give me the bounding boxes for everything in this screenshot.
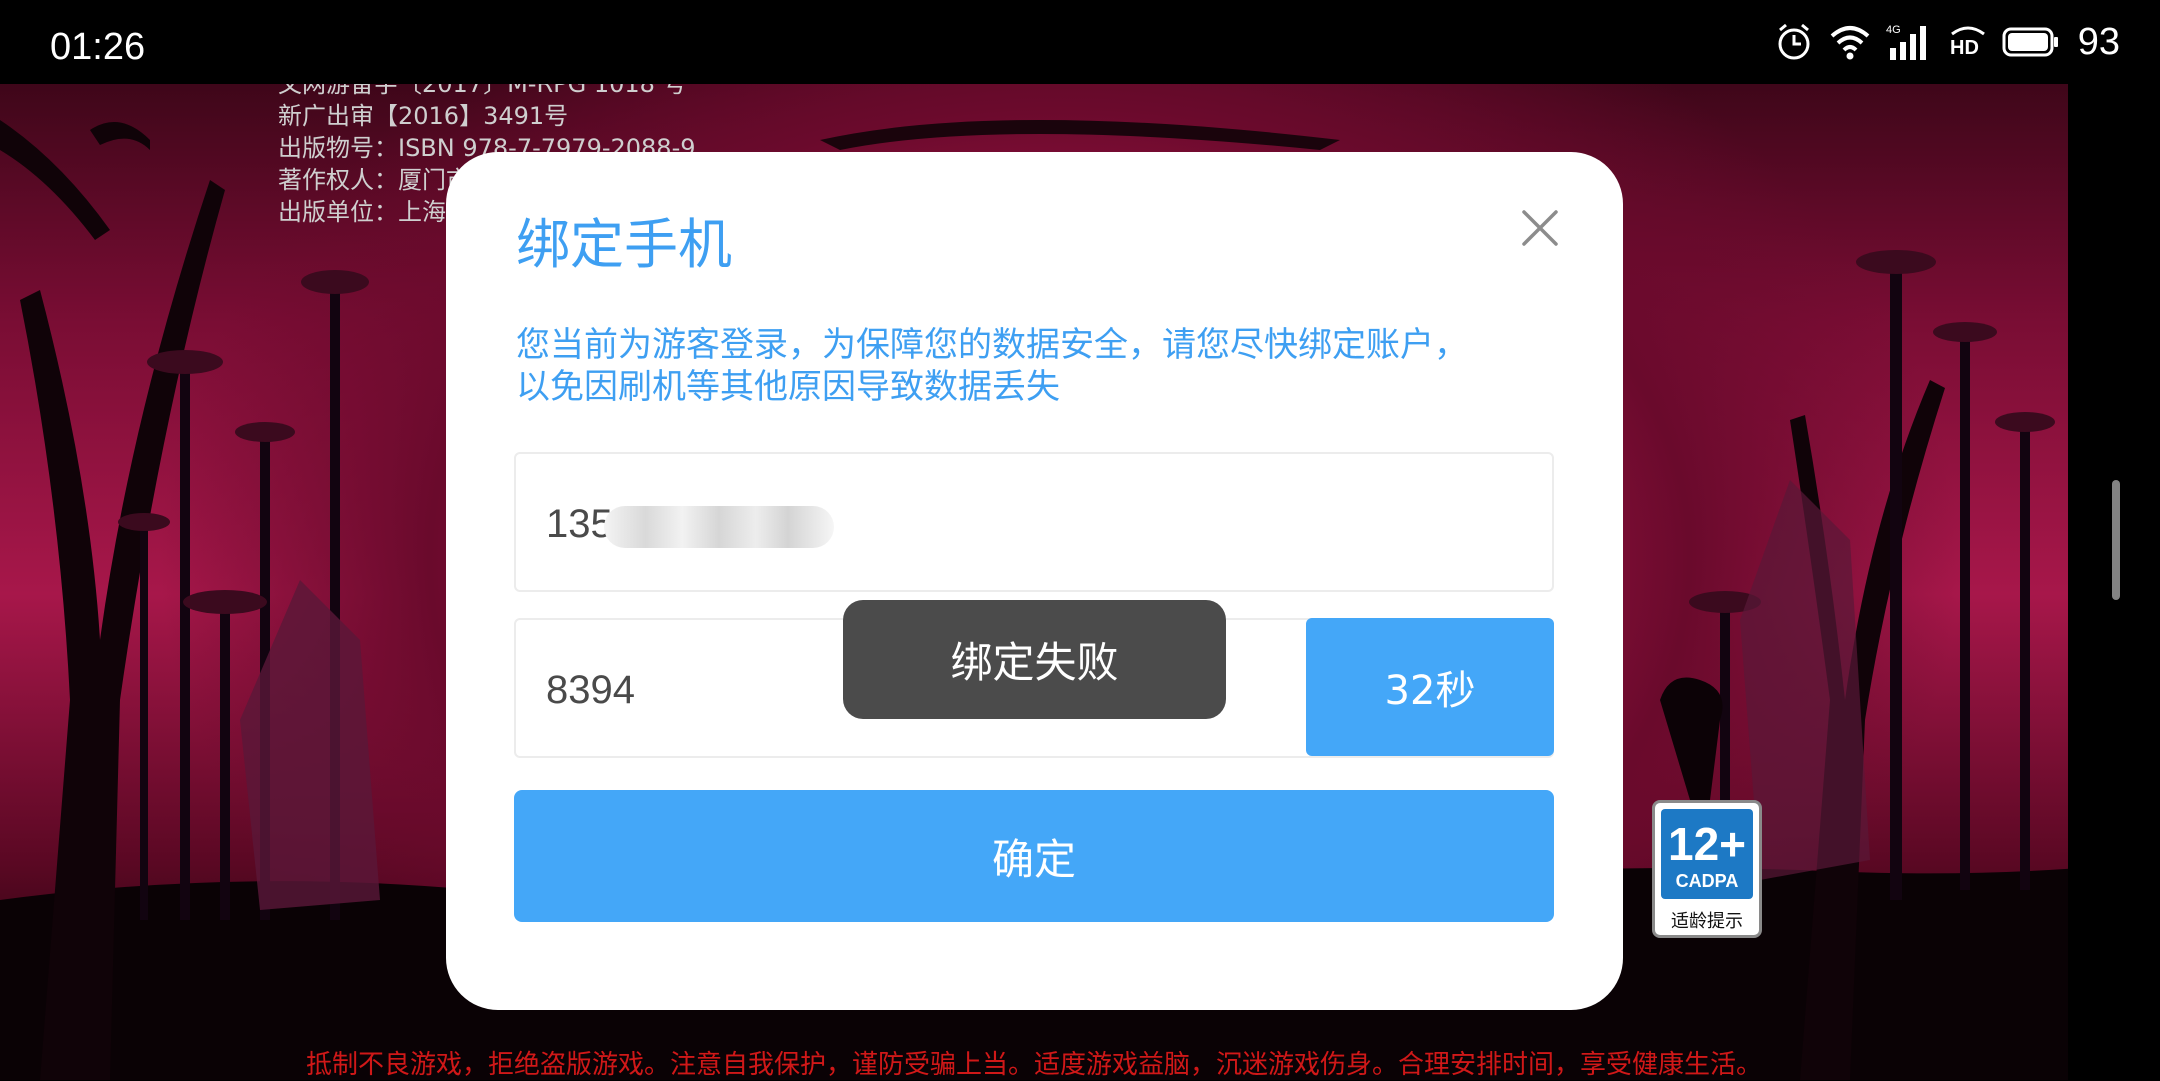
status-bar: 01:26 4G HD 93 (0, 0, 2160, 84)
alarm-icon (1774, 22, 1814, 62)
dialog-title: 绑定手机 (516, 213, 732, 276)
toast-message: 绑定失败 (843, 600, 1226, 719)
license-line: 新广出审【2016】3491号 (278, 102, 569, 130)
battery-icon (2002, 26, 2060, 58)
phone-value: 135 (546, 502, 613, 546)
battery-level: 93 (2077, 20, 2120, 63)
resend-code-timer-button[interactable]: 32秒 (1306, 618, 1554, 756)
status-icons: 4G HD 93 (1774, 20, 2120, 64)
age-rating-tip: 适龄提示 (1671, 911, 1743, 932)
redacted-mask (604, 506, 834, 548)
close-icon (1522, 210, 1558, 246)
confirm-button[interactable]: 确定 (514, 790, 1554, 922)
code-value: 8394 (546, 668, 635, 712)
bind-phone-dialog: 绑定手机 您当前为游客登录，为保障您的数据安全，请您尽快绑定账户， 以免因刷机等… (446, 152, 1623, 1010)
svg-text:HD: HD (1950, 37, 1979, 59)
health-warning: 抵制不良游戏，拒绝盗版游戏。注意自我保护，谨防受骗上当。适度游戏益脑，沉迷游戏伤… (305, 1050, 1762, 1080)
svg-text:4G: 4G (1886, 24, 1901, 36)
close-button[interactable] (1520, 208, 1560, 248)
age-rating-badge: 12+ CADPA 适龄提示 (1652, 800, 1762, 938)
notice-line: 您当前为游客登录，为保障您的数据安全，请您尽快绑定账户， (516, 325, 1468, 365)
side-scroll-handle[interactable] (2112, 480, 2120, 600)
age-rating-panel: 12+ CADPA (1661, 809, 1753, 899)
wifi-icon (1828, 22, 1872, 62)
age-rating-number: 12+ (1667, 818, 1747, 870)
phone-input[interactable]: 135 (514, 452, 1554, 592)
dialog-notice: 您当前为游客登录，为保障您的数据安全，请您尽快绑定账户， 以免因刷机等其他原因导… (516, 324, 1556, 408)
status-time: 01:26 (50, 26, 146, 68)
age-rating-org: CADPA (1675, 871, 1739, 891)
notice-line: 以免因刷机等其他原因导致数据丢失 (516, 367, 1060, 407)
hd-icon: HD (1948, 22, 1988, 62)
signal-4g-icon: 4G (1886, 22, 1934, 62)
